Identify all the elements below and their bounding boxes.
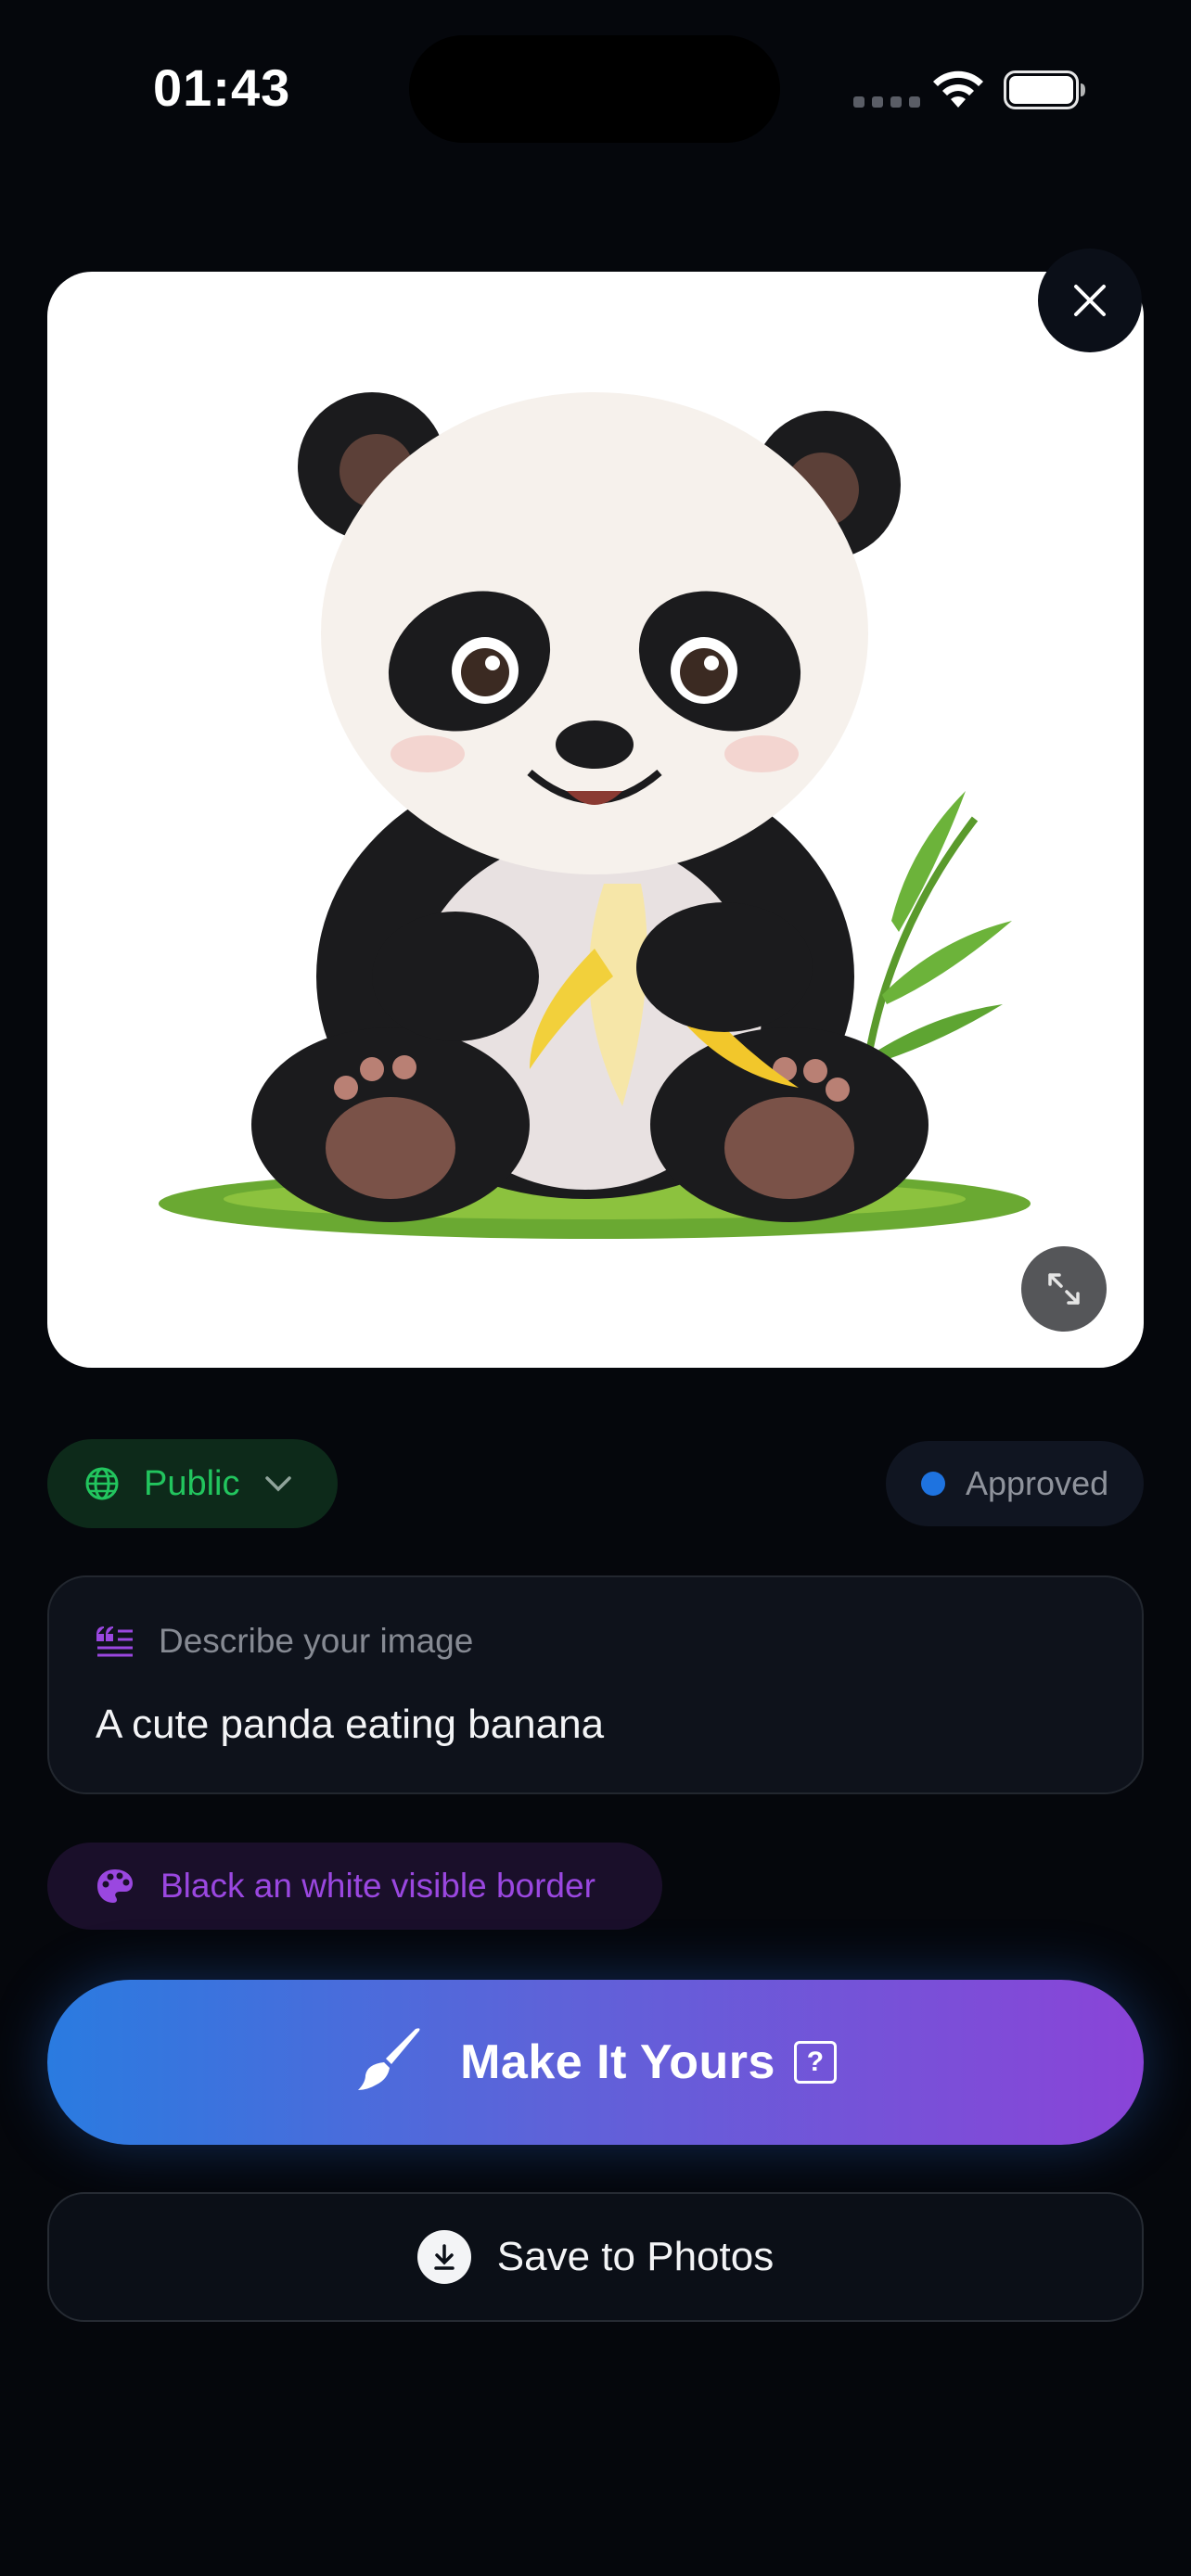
generated-image[interactable] [47,272,1144,1368]
screen: 01:43 Public Approved Describe your imag… [0,0,1191,2576]
paintbrush-icon [358,2028,420,2090]
style-chip[interactable]: Black an white visible border [47,1843,662,1930]
text-quote-icon [96,1626,133,1657]
wifi-icon [933,70,983,108]
prompt-label: Describe your image [159,1622,474,1660]
visibility-label: Public [144,1463,240,1503]
make-it-yours-label: Make It Yours [460,2035,775,2089]
cellular-signal-icon [853,96,920,108]
dynamic-island [409,35,780,143]
close-icon [1074,285,1106,316]
make-it-yours-button[interactable]: Make It Yours ? [47,1980,1144,2145]
expand-button[interactable] [1021,1246,1107,1332]
close-button[interactable] [1038,249,1142,352]
status-dot [921,1472,945,1496]
visibility-dropdown[interactable]: Public [47,1439,338,1528]
save-to-photos-button[interactable]: Save to Photos [47,2192,1144,2322]
panda-illustration [159,392,1031,1239]
chevron-down-icon [264,1476,291,1492]
expand-icon [1048,1273,1080,1305]
status-label: Approved [966,1464,1109,1502]
status-time: 01:43 [153,58,291,117]
save-to-photos-label: Save to Photos [496,2234,775,2279]
prompt-field[interactable]: Describe your image A cute panda eating … [47,1575,1144,1794]
battery-icon [1004,70,1085,109]
prompt-value[interactable]: A cute panda eating banana [96,1702,604,1748]
globe-icon [85,1467,119,1500]
moderation-status-badge: Approved [886,1441,1144,1526]
download-icon [416,2230,471,2284]
prompt-header: Describe your image [96,1622,473,1661]
style-label: Black an white visible border [160,1867,596,1905]
help-icon[interactable]: ? [793,2041,837,2084]
palette-icon [97,1869,133,1903]
